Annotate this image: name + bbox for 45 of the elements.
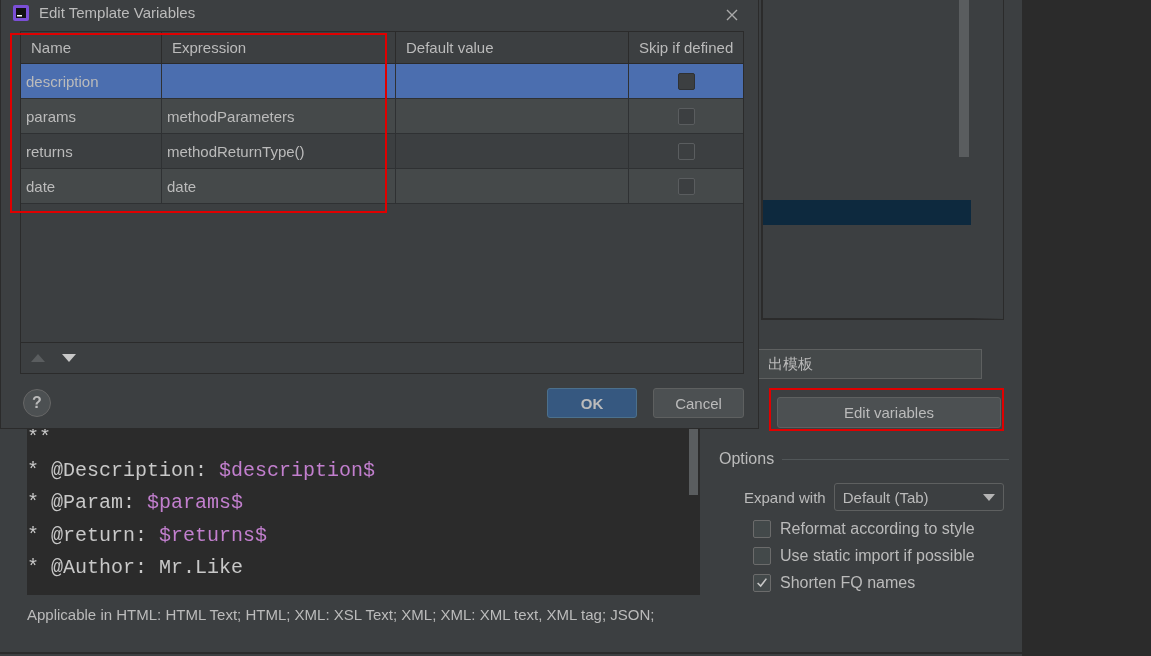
table-cell: description <box>26 72 99 90</box>
check-icon <box>755 575 769 590</box>
checkbox[interactable] <box>753 546 771 565</box>
table-cell: returns <box>26 142 73 160</box>
checkbox[interactable] <box>753 573 771 592</box>
checkbox-label: Reformat according to style <box>780 519 975 538</box>
checkbox[interactable] <box>677 142 695 160</box>
ok-button[interactable]: OK <box>547 388 637 418</box>
help-button[interactable]: ? <box>23 389 51 417</box>
table-row[interactable]: params methodParameters <box>21 99 743 134</box>
table-cell: date <box>167 177 197 195</box>
field-label: Expand with <box>744 488 826 506</box>
checkbox-label: Shorten FQ names <box>780 573 916 592</box>
expand-with-dropdown[interactable]: Default (Tab) <box>833 483 1004 511</box>
table-cell: methodReturnType() <box>167 142 305 160</box>
close-icon[interactable] <box>726 9 738 21</box>
checkbox[interactable] <box>753 519 771 538</box>
column-header[interactable]: Default value <box>396 32 629 63</box>
table-row[interactable]: returns methodReturnType() <box>21 134 743 169</box>
table-row[interactable]: description <box>21 64 743 99</box>
table-cell: params <box>26 107 77 125</box>
caret-icon <box>982 493 995 501</box>
applicable-contexts-text: Applicable in HTML: HTML Text; HTML; XML: XSL Text; XML; XML: XML text, XML tag; JSON; <box>27 606 656 623</box>
checkbox-label: Use static import if possible <box>780 546 975 565</box>
code-line: * @Author: Mr.Like <box>27 555 244 581</box>
scrollbar-thumb[interactable] <box>959 0 969 157</box>
table-cell: date <box>26 177 56 195</box>
checkbox[interactable] <box>677 177 695 195</box>
code-line: * @Param: $params$ <box>27 490 244 516</box>
move-down-icon[interactable] <box>62 354 76 362</box>
code-line: * @Description: $description$ <box>27 457 376 484</box>
table-row[interactable]: date date <box>21 169 743 204</box>
column-header[interactable]: Name <box>21 32 162 63</box>
cancel-button[interactable]: Cancel <box>653 388 744 418</box>
column-header[interactable]: Expression <box>162 32 396 63</box>
table-cell: methodParameters <box>167 107 295 125</box>
section-title: Options <box>719 450 775 468</box>
column-header[interactable]: Skip if defined <box>629 32 743 63</box>
template-list[interactable] <box>762 0 1003 319</box>
dialog-title: Edit Template Variables <box>39 4 197 21</box>
edit-variables-button[interactable]: Edit variables <box>777 397 1001 428</box>
checkbox[interactable] <box>677 72 695 90</box>
code-line: * @return: $returns$ <box>27 522 268 549</box>
app-icon <box>13 5 29 21</box>
checkbox[interactable] <box>677 107 695 125</box>
